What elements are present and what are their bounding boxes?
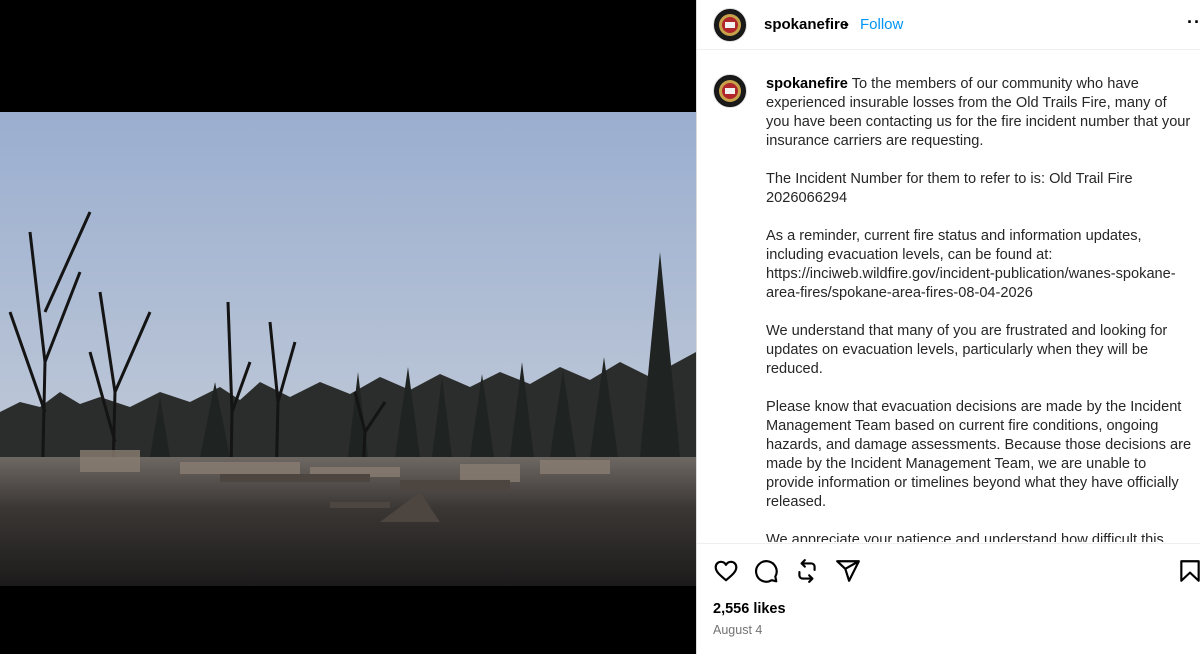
post-date[interactable]: August 4 — [713, 623, 762, 637]
bookmark-icon[interactable] — [1177, 558, 1200, 584]
burned-landscape-image — [0, 112, 696, 586]
separator-dot: • — [844, 16, 849, 32]
follow-button[interactable]: Follow — [860, 16, 903, 33]
post-details-panel: spokanefire • Follow ·· spokanefire To t… — [696, 0, 1200, 654]
post-header: spokanefire • Follow ·· — [697, 0, 1200, 50]
avatar[interactable] — [713, 8, 747, 42]
fire-badge-logo-icon — [715, 10, 745, 40]
fire-badge-logo-icon — [715, 76, 745, 106]
post-caption: spokanefire To the members of our commun… — [766, 75, 1194, 542]
caption-avatar[interactable] — [713, 74, 747, 108]
repost-icon[interactable] — [794, 558, 820, 584]
header-username[interactable]: spokanefire — [764, 16, 848, 33]
caption-text: To the members of our community who have… — [766, 76, 1192, 542]
post-actions: 2,556 likes August 4 — [697, 543, 1200, 654]
post-media — [0, 0, 696, 654]
more-options-icon[interactable]: ·· — [1187, 12, 1200, 33]
post-dialog: spokanefire • Follow ·· spokanefire To t… — [0, 0, 1200, 654]
caption-username[interactable]: spokanefire — [766, 76, 848, 92]
post-photo[interactable] — [0, 112, 696, 586]
heart-icon[interactable] — [713, 558, 739, 584]
send-icon[interactable] — [835, 558, 861, 584]
likes-count[interactable]: 2,556 likes — [713, 601, 786, 617]
comment-icon[interactable] — [753, 558, 779, 584]
comments-area[interactable]: spokanefire To the members of our commun… — [697, 54, 1200, 542]
